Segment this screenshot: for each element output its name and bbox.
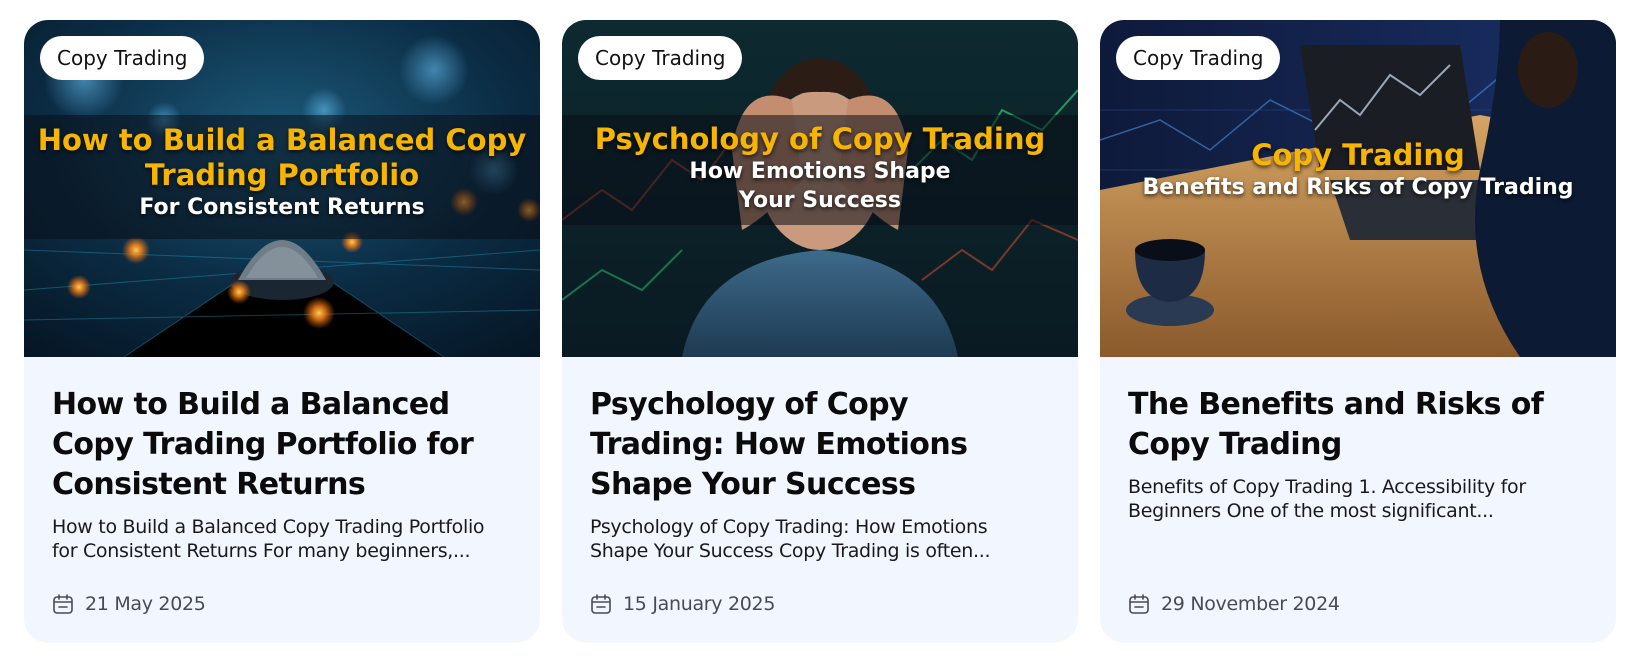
article-title[interactable]: The Benefits and Risks of Copy Trading (1128, 385, 1588, 465)
card-body: Psychology of Copy Trading: How Emotions… (562, 357, 1078, 563)
article-date: 29 November 2024 (1161, 593, 1340, 615)
article-card-3[interactable]: Copy Trading Copy Trading Benefits and R… (1100, 20, 1616, 642)
banner-headline: How to Build a Balanced Copy (37, 123, 527, 157)
banner-headline: Psychology of Copy Trading (594, 122, 1046, 156)
thumbnail-banner-text: How to Build a Balanced Copy Trading Por… (24, 123, 540, 222)
banner-headline: Trading Portfolio (144, 158, 420, 192)
thumbnail-banner-text: Psychology of Copy Trading How Emotions … (562, 122, 1078, 215)
article-date: 21 May 2025 (85, 593, 206, 615)
article-card-2[interactable]: Copy Trading Psychology of Copy Trading … (562, 20, 1078, 642)
article-card-1[interactable]: Copy Trading How to Build a Balanced Cop… (24, 20, 540, 642)
calendar-icon (1129, 594, 1149, 614)
category-badge[interactable]: Copy Trading (578, 36, 743, 80)
banner-subtitle: Your Success (739, 188, 901, 213)
calendar-icon (591, 594, 611, 614)
article-thumbnail[interactable]: Copy Trading Copy Trading Benefits and R… (1100, 20, 1616, 357)
thumbnail-banner-text: Copy Trading Benefits and Risks of Copy … (1100, 138, 1616, 202)
category-badge[interactable]: Copy Trading (40, 36, 205, 80)
banner-subtitle: Benefits and Risks of Copy Trading (1142, 175, 1574, 200)
article-grid: Copy Trading How to Build a Balanced Cop… (24, 20, 1617, 642)
article-excerpt: How to Build a Balanced Copy Trading Por… (52, 516, 485, 562)
banner-headline: Copy Trading (1251, 138, 1465, 172)
article-title[interactable]: How to Build a Balanced Copy Trading Por… (52, 385, 512, 505)
banner-subtitle: How Emotions Shape (689, 159, 951, 184)
banner-subtitle: For Consistent Returns (139, 195, 425, 220)
article-thumbnail[interactable]: Copy Trading Psychology of Copy Trading … (562, 20, 1078, 357)
article-thumbnail[interactable]: Copy Trading How to Build a Balanced Cop… (24, 20, 540, 357)
category-badge[interactable]: Copy Trading (1116, 36, 1281, 80)
card-body: How to Build a Balanced Copy Trading Por… (24, 357, 540, 563)
article-date-row: 15 January 2025 (589, 592, 775, 616)
article-date-row: 21 May 2025 (51, 592, 206, 616)
article-excerpt: Benefits of Copy Trading 1. Accessibilit… (1128, 476, 1526, 522)
article-title[interactable]: Psychology of Copy Trading: How Emotions… (590, 385, 1050, 505)
article-date-row: 29 November 2024 (1127, 592, 1340, 616)
calendar-icon (53, 594, 73, 614)
card-body: The Benefits and Risks of Copy Trading B… (1100, 357, 1616, 523)
article-excerpt: Psychology of Copy Trading: How Emotions… (590, 516, 991, 562)
article-date: 15 January 2025 (623, 593, 776, 615)
